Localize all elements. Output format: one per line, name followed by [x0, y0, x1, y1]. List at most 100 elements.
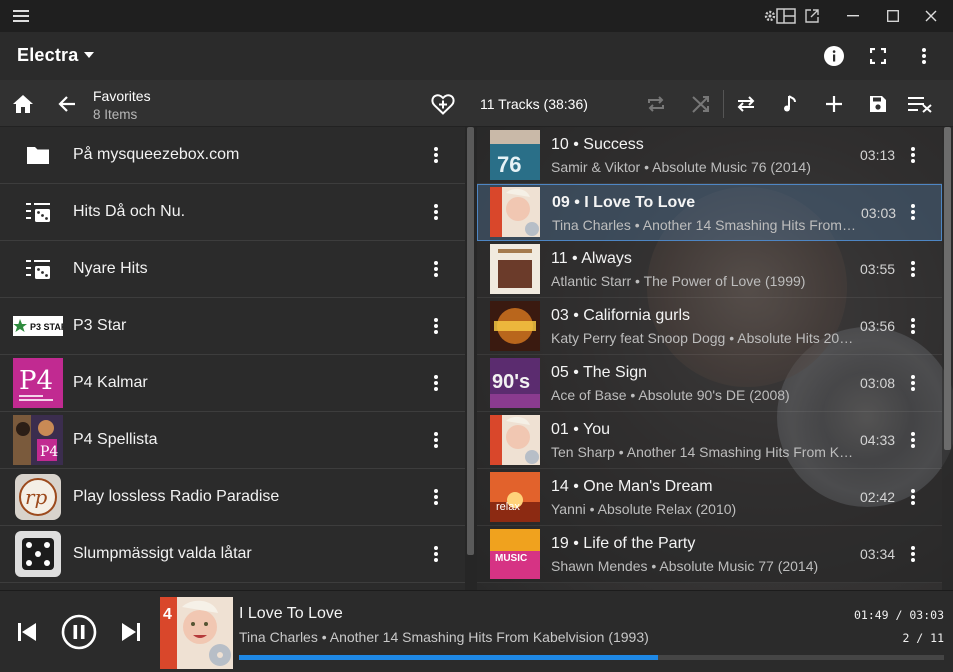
hamburger-menu-icon[interactable] [8, 0, 34, 32]
item-menu-icon[interactable] [424, 314, 448, 338]
add-favorite-heart-icon[interactable] [421, 80, 465, 127]
next-track-icon[interactable] [116, 615, 146, 649]
album-cover [490, 244, 540, 294]
favorite-item[interactable]: P4 P4 Spellista [0, 412, 465, 469]
track-subtitle: Yanni • Absolute Relax (2010) [551, 501, 737, 517]
album-cover: 76 [490, 130, 540, 180]
save-icon[interactable] [858, 80, 898, 127]
maximize-icon[interactable] [878, 0, 908, 32]
track-title: 11 • Always [551, 250, 632, 267]
queue-track-row-current[interactable]: 09 • I Love To Love Tina Charles • Anoth… [477, 184, 942, 241]
fullscreen-icon[interactable] [856, 32, 900, 80]
track-duration: 03:55 [860, 261, 896, 277]
svg-text:rp: rp [25, 485, 48, 509]
track-subtitle: Atlantic Starr • The Power of Love (1999… [551, 273, 806, 289]
track-subtitle: Shawn Mendes • Absolute Music 77 (2014) [551, 558, 819, 574]
pause-icon[interactable] [60, 613, 98, 651]
item-menu-icon[interactable] [424, 257, 448, 281]
p4-kalmar-logo: P4 [13, 358, 63, 408]
info-icon[interactable] [812, 32, 856, 80]
queue-track-row[interactable]: 11 • Always Atlantic Starr • The Power o… [477, 241, 942, 298]
back-arrow-icon[interactable] [45, 80, 89, 127]
favorite-label: P4 Kalmar [73, 374, 148, 391]
item-menu-icon[interactable] [424, 542, 448, 566]
svg-text:4: 4 [163, 606, 172, 623]
queue-track-row[interactable]: 03 • California gurls Katy Perry feat Sn… [477, 298, 942, 355]
item-menu-icon[interactable] [424, 485, 448, 509]
shuffle-icon[interactable] [681, 80, 721, 127]
home-icon[interactable] [1, 80, 45, 127]
queue-track-row[interactable]: 76 10 • Success Samir & Viktor • Absolut… [477, 127, 942, 184]
track-title: 09 • I Love To Love [552, 194, 696, 211]
open-external-icon[interactable] [800, 0, 824, 32]
app-menu-icon[interactable] [902, 32, 946, 80]
album-cover [490, 187, 540, 237]
favorite-item[interactable]: På mysqueezebox.com [0, 127, 465, 184]
track-menu-icon[interactable] [901, 314, 925, 338]
now-playing-bar: 4 I Love To Love Tina Charles • Another … [0, 590, 953, 672]
queue-track-row[interactable]: MUSIC 19 • Life of the Party Shawn Mende… [477, 526, 942, 583]
clear-queue-icon[interactable] [901, 80, 941, 127]
album-cover: MUSIC [490, 529, 540, 579]
svg-text:relax: relax [496, 501, 520, 513]
item-menu-icon[interactable] [424, 200, 448, 224]
track-duration: 04:33 [860, 432, 896, 448]
scrollbar-thumb[interactable] [944, 127, 951, 450]
track-menu-icon[interactable] [901, 542, 925, 566]
server-selector-label[interactable]: Electra [17, 45, 78, 66]
radio-paradise-logo: rp [13, 472, 63, 522]
playback-progress-bar[interactable] [239, 655, 944, 660]
repeat-icon[interactable] [636, 80, 676, 127]
p4-spellista-logo: P4 [13, 415, 63, 465]
layout-settings-icon[interactable] [762, 0, 798, 32]
favorite-item[interactable]: P3 STAR P3 Star [0, 298, 465, 355]
item-menu-icon[interactable] [424, 371, 448, 395]
item-menu-icon[interactable] [424, 143, 448, 167]
browse-item-count: 8 Items [93, 107, 138, 122]
favorite-label: På mysqueezebox.com [73, 146, 240, 163]
track-menu-icon[interactable] [901, 143, 925, 167]
random-list-icon [13, 187, 63, 237]
track-menu-icon[interactable] [901, 200, 925, 224]
favorite-item[interactable]: Hits Då och Nu. [0, 184, 465, 241]
track-menu-icon[interactable] [901, 371, 925, 395]
track-menu-icon[interactable] [901, 485, 925, 509]
track-title: 19 • Life of the Party [551, 535, 696, 552]
favorite-item[interactable]: P4 P4 Kalmar [0, 355, 465, 412]
track-subtitle: Ten Sharp • Another 14 Smashing Hits Fro… [551, 444, 855, 460]
track-duration: 03:56 [860, 318, 896, 334]
favorite-label: Play lossless Radio Paradise [73, 488, 280, 505]
now-playing-subtitle: Tina Charles • Another 14 Smashing Hits … [239, 629, 649, 645]
browse-scrollbar[interactable] [465, 127, 477, 590]
track-title: 14 • One Man's Dream [551, 478, 713, 495]
item-menu-icon[interactable] [424, 428, 448, 452]
svg-text:P4: P4 [40, 444, 58, 460]
browse-pane: Favorites 8 Items På mysqueezebox.com Hi… [0, 80, 477, 590]
now-playing-time: 01:49 / 03:03 [853, 608, 944, 622]
svg-text:MUSIC: MUSIC [495, 553, 527, 564]
music-note-icon[interactable] [770, 80, 810, 127]
favorite-label: Hits Då och Nu. [73, 203, 186, 220]
minimize-icon[interactable] [838, 0, 868, 32]
dropdown-caret-icon[interactable] [84, 52, 94, 58]
track-menu-icon[interactable] [901, 428, 925, 452]
favorite-item[interactable]: Nyare Hits [0, 241, 465, 298]
queue-track-row[interactable]: 90's 05 • The Sign Ace of Base • Absolut… [477, 355, 942, 412]
previous-track-icon[interactable] [12, 615, 42, 649]
queue-scrollbar[interactable] [942, 127, 953, 590]
queue-track-row[interactable]: relax 14 • One Man's Dream Yanni • Absol… [477, 469, 942, 526]
swap-icon[interactable] [726, 80, 766, 127]
svg-text:P4: P4 [19, 366, 53, 396]
close-icon[interactable] [916, 0, 946, 32]
favorite-item[interactable]: rp Play lossless Radio Paradise [0, 469, 465, 526]
track-subtitle: Katy Perry feat Snoop Dogg • Absolute Hi… [551, 330, 855, 346]
queue-track-row[interactable]: 01 • You Ten Sharp • Another 14 Smashing… [477, 412, 942, 469]
queue-track-list: 76 10 • Success Samir & Viktor • Absolut… [477, 127, 942, 583]
add-icon[interactable] [814, 80, 854, 127]
track-menu-icon[interactable] [901, 257, 925, 281]
p3-star-logo: P3 STAR [13, 301, 63, 351]
track-title: 05 • The Sign [551, 364, 648, 381]
favorite-item[interactable]: Slumpmässigt valda låtar [0, 526, 465, 583]
now-playing-cover[interactable]: 4 [160, 597, 233, 669]
scrollbar-thumb[interactable] [467, 127, 474, 555]
